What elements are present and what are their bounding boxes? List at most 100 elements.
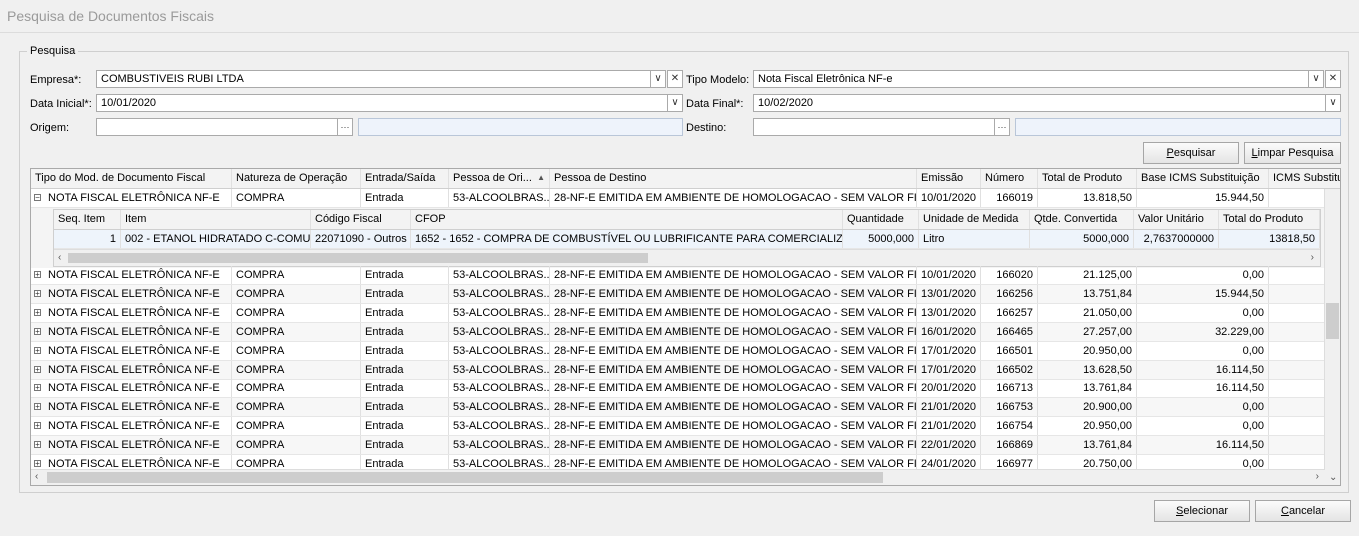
expand-icon[interactable]: + — [34, 403, 41, 411]
origem-code-field[interactable] — [96, 118, 338, 136]
detail-header-cfop[interactable]: CFOP — [411, 210, 843, 229]
detail-hscroll-thumb[interactable] — [68, 253, 648, 263]
data-inicial-field[interactable]: 10/01/2020 — [96, 94, 668, 112]
table-cell: 53-ALCOOLBRAS... — [449, 303, 550, 322]
header-entrada-saida[interactable]: Entrada/Saída — [361, 169, 449, 188]
empresa-field[interactable]: COMBUSTIVEIS RUBI LTDA — [96, 70, 651, 88]
table-cell: COMPRA — [232, 436, 361, 455]
search-group-legend: Pesquisa — [27, 45, 79, 57]
table-cell: 166465 — [981, 322, 1038, 341]
selecionar-button[interactable]: Selecionar — [1154, 500, 1250, 522]
table-cell: 13.628,50 — [1038, 360, 1137, 379]
table-cell: 53-ALCOOLBRAS... — [449, 436, 550, 455]
table-cell: 20.950,00 — [1038, 417, 1137, 436]
empresa-dropdown-icon[interactable]: ∨ — [650, 70, 666, 88]
detail-header-valor-unitario[interactable]: Valor Unitário — [1134, 210, 1219, 229]
scroll-right-icon[interactable]: › — [1316, 471, 1319, 482]
data-inicial-dropdown-icon[interactable]: ∨ — [667, 94, 683, 112]
expand-icon[interactable]: + — [34, 327, 41, 335]
title-bar: Pesquisa de Documentos Fiscais — [0, 0, 1359, 33]
table-row[interactable]: + NOTA FISCAL ELETRÔNICA NF-E COMPRA Entrad… — [31, 379, 1340, 399]
table-cell: 13/01/2020 — [917, 284, 981, 303]
detail-row[interactable]: 1 002 - ETANOL HIDRATADO C-COMUM 2207109… — [54, 230, 1320, 249]
collapse-icon[interactable]: − — [34, 194, 41, 202]
scroll-left-icon[interactable]: ‹ — [58, 252, 61, 263]
header-icms-subst[interactable]: ICMS Substitu — [1269, 169, 1340, 188]
table-cell: Entrada — [361, 360, 449, 379]
pesquisar-button[interactable]: Pesquisar — [1143, 142, 1239, 164]
table-cell: COMPRA — [232, 360, 361, 379]
table-row[interactable]: + NOTA FISCAL ELETRÔNICA NF-E COMPRA Entrad… — [31, 284, 1340, 304]
destino-code-field[interactable] — [753, 118, 995, 136]
table-cell: NOTA FISCAL ELETRÔNICA NF-E — [44, 417, 232, 436]
tipo-modelo-clear-icon[interactable]: ✕ — [1325, 70, 1341, 88]
scroll-right-icon[interactable]: › — [1311, 252, 1314, 263]
detail-header-seq[interactable]: Seq. Item — [54, 210, 121, 229]
table-row[interactable]: − NOTA FISCAL ELETRÔNICA NF-E COMPRA Ent… — [31, 189, 1340, 208]
cancelar-button[interactable]: Cancelar — [1255, 500, 1351, 522]
table-cell: 16.114,50 — [1137, 379, 1269, 398]
table-row[interactable]: + NOTA FISCAL ELETRÔNICA NF-E COMPRA Entrad… — [31, 341, 1340, 361]
header-tipo[interactable]: Tipo do Mod. de Documento Fiscal — [31, 169, 232, 188]
expand-icon[interactable]: + — [34, 460, 41, 468]
data-final-field[interactable]: 10/02/2020 — [753, 94, 1326, 112]
table-cell: 22/01/2020 — [917, 436, 981, 455]
table-cell: 13.751,84 — [1038, 284, 1137, 303]
detail-header-item[interactable]: Item — [121, 210, 311, 229]
hscroll-thumb[interactable] — [47, 472, 883, 483]
table-cell: 53-ALCOOLBRAS... — [449, 266, 550, 284]
header-pessoa-origem[interactable]: Pessoa de Ori... ▲ — [449, 169, 550, 188]
grid-hscrollbar[interactable]: ‹ › — [31, 469, 1325, 485]
detail-header-codigo[interactable]: Código Fiscal — [311, 210, 411, 229]
detail-header-quantidade[interactable]: Quantidade — [843, 210, 919, 229]
destino-ellipsis-icon[interactable]: ··· — [994, 118, 1010, 136]
limpar-pesquisa-button[interactable]: Limpar Pesquisa — [1244, 142, 1341, 164]
expand-icon[interactable]: + — [34, 271, 41, 279]
expand-icon[interactable]: + — [34, 346, 41, 354]
table-row[interactable]: + NOTA FISCAL ELETRÔNICA NF-E COMPRA Entrad… — [31, 303, 1340, 323]
detail-header-unidade[interactable]: Unidade de Medida — [919, 210, 1030, 229]
vscroll-thumb[interactable] — [1326, 303, 1339, 339]
table-cell: COMPRA — [232, 398, 361, 417]
table-cell: 13.761,84 — [1038, 436, 1137, 455]
detail-hscrollbar[interactable]: ‹ › — [54, 249, 1320, 266]
detail-header-total[interactable]: Total do Produto — [1219, 210, 1320, 229]
header-total-produto[interactable]: Total de Produto — [1038, 169, 1137, 188]
tipo-modelo-dropdown-icon[interactable]: ∨ — [1308, 70, 1324, 88]
expand-icon[interactable]: + — [34, 365, 41, 373]
scroll-left-icon[interactable]: ‹ — [35, 471, 38, 482]
expand-icon[interactable]: + — [34, 384, 41, 392]
table-row[interactable]: + NOTA FISCAL ELETRÔNICA NF-E COMPRA Entrad… — [31, 322, 1340, 342]
table-row[interactable]: + NOTA FISCAL ELETRÔNICA NF-E COMPRA Entrad… — [31, 398, 1340, 418]
expand-icon[interactable]: + — [34, 289, 41, 297]
table-cell: COMPRA — [232, 303, 361, 322]
expand-icon[interactable]: + — [34, 441, 41, 449]
table-cell: COMPRA — [232, 341, 361, 360]
table-cell: 166754 — [981, 417, 1038, 436]
table-cell: NOTA FISCAL ELETRÔNICA NF-E — [44, 341, 232, 360]
header-base-icms[interactable]: Base ICMS Substituição — [1137, 169, 1269, 188]
scroll-down-icon[interactable]: ⌄ — [1329, 472, 1337, 483]
expand-icon[interactable]: + — [34, 422, 41, 430]
data-final-dropdown-icon[interactable]: ∨ — [1325, 94, 1341, 112]
header-emissao[interactable]: Emissão — [917, 169, 981, 188]
table-cell: COMPRA — [232, 266, 361, 284]
table-row[interactable]: + NOTA FISCAL ELETRÔNICA NF-E COMPRA Entrad… — [31, 360, 1340, 380]
tipo-modelo-field[interactable]: Nota Fiscal Eletrônica NF-e — [753, 70, 1309, 88]
header-natureza[interactable]: Natureza de Operação — [232, 169, 361, 188]
table-cell: 13/01/2020 — [917, 303, 981, 322]
table-cell: 16.114,50 — [1137, 360, 1269, 379]
destino-name-field — [1015, 118, 1341, 136]
header-pessoa-destino[interactable]: Pessoa de Destino — [550, 169, 917, 188]
table-row[interactable]: + NOTA FISCAL ELETRÔNICA NF-E COMPRA Entrad… — [31, 436, 1340, 456]
table-cell: 21/01/2020 — [917, 398, 981, 417]
grid-vscrollbar[interactable]: ⌄ — [1324, 189, 1340, 485]
empresa-clear-icon[interactable]: ✕ — [667, 70, 683, 88]
header-numero[interactable]: Número — [981, 169, 1038, 188]
detail-header-qtde-convertida[interactable]: Qtde. Convertida — [1030, 210, 1134, 229]
table-row[interactable]: + NOTA FISCAL ELETRÔNICA NF-E COMPRA Entrad… — [31, 417, 1340, 437]
origem-ellipsis-icon[interactable]: ··· — [337, 118, 353, 136]
expand-icon[interactable]: + — [34, 308, 41, 316]
table-cell: 0,00 — [1137, 417, 1269, 436]
table-row[interactable]: + NOTA FISCAL ELETRÔNICA NF-E COMPRA Entrad… — [31, 266, 1340, 285]
